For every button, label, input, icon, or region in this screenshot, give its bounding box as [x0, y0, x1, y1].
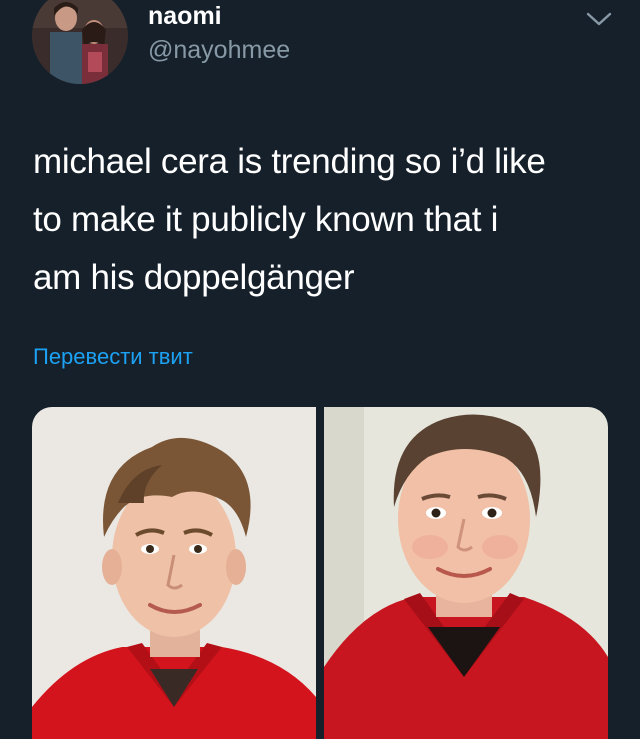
chevron-down-icon[interactable] — [586, 8, 612, 30]
tweet-text-line: to make it publicly known that i — [33, 200, 499, 239]
media-photo-right[interactable] — [324, 407, 608, 739]
tweet-text: michael cera is trending so i’d like to … — [33, 133, 613, 307]
tweet-media — [32, 407, 608, 739]
avatar-photo — [32, 0, 128, 84]
translate-tweet-link[interactable]: Перевести твит — [33, 342, 193, 372]
tweet-text-line: michael cera is trending so i’d like — [33, 142, 546, 181]
tweet-text-line: am his doppelgänger — [33, 258, 355, 297]
author-display-name[interactable]: naomi — [148, 0, 222, 32]
avatar[interactable] — [32, 0, 128, 84]
tweet: naomi @nayohmee michael cera is trending… — [0, 0, 640, 739]
author-handle[interactable]: @nayohmee — [148, 34, 290, 66]
media-photo-left[interactable] — [32, 407, 316, 739]
tweet-header: naomi @nayohmee — [0, 0, 640, 100]
